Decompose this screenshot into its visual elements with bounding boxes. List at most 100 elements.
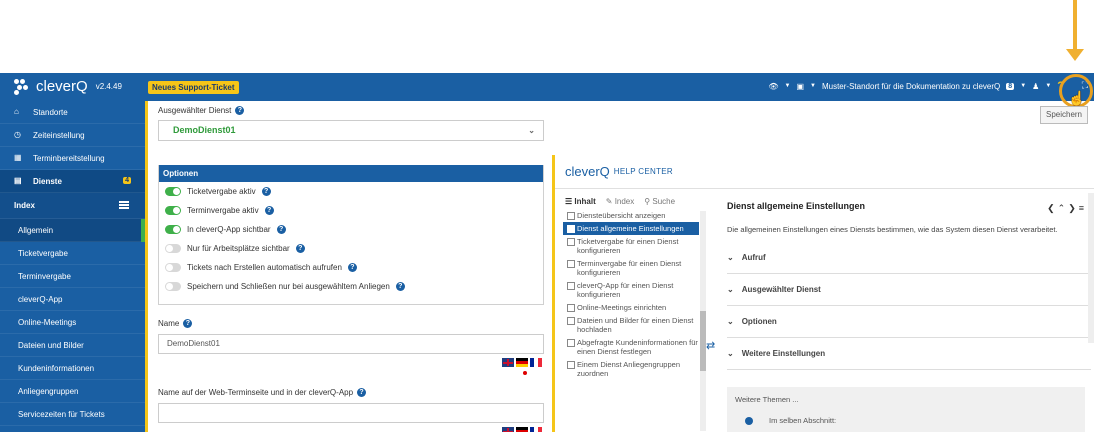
toc-item[interactable]: Online-Meetings einrichten [563, 301, 699, 314]
toc-item[interactable]: Terminvergabe für einen Dienst konfiguri… [563, 257, 699, 279]
sidebar-item-label: cleverQ-App [18, 294, 63, 304]
options-panel: Optionen Ticketvergabe aktiv? Terminverga… [158, 165, 544, 305]
toc-scrollbar[interactable] [700, 211, 706, 431]
tab-search[interactable]: ⚲ Suche [644, 197, 675, 206]
help-circle-icon[interactable]: ? [357, 388, 367, 397]
toggle-switch[interactable] [165, 263, 181, 272]
new-support-ticket-button[interactable]: Neues Support-Ticket [148, 81, 239, 94]
flag-fr-icon[interactable] [530, 358, 542, 367]
service-select-value: DemoDienst01 [173, 125, 236, 135]
chevron-down-icon[interactable]: ▼ [810, 83, 816, 89]
cursor-hand-icon: ☝ [1068, 90, 1086, 106]
sidebar-item-label: Terminbereitstellung [33, 153, 105, 163]
accordion-section[interactable]: ⌄ Weitere Einstellungen [727, 338, 1091, 370]
list-icon[interactable] [119, 201, 129, 209]
service-select[interactable]: DemoDienst01 ⌄ [158, 120, 544, 141]
sidebar-sub-item-online-meetings[interactable]: Online-Meetings [0, 311, 145, 334]
tab-index[interactable]: ✎ Index [606, 197, 635, 206]
section-label: Optionen [741, 317, 777, 326]
sidebar-sub-item-dateien[interactable]: Dateien und Bilder [0, 334, 145, 357]
eye-icon[interactable]: 👁 [768, 82, 778, 91]
toggle-switch[interactable] [165, 225, 181, 234]
options-header: Optionen [159, 165, 543, 182]
sidebar-sub-item-kundeninformationen[interactable]: Kundeninformationen [0, 357, 145, 380]
sync-arrows-icon[interactable]: ⇄ [706, 339, 715, 352]
help-circle-icon[interactable]: ? [347, 263, 357, 272]
options-list: Ticketvergabe aktiv? Terminvergabe aktiv?… [159, 182, 543, 296]
sidebar-item-terminbereitstellung[interactable]: ▦ Terminbereitstellung [0, 147, 145, 170]
plus-box-icon[interactable]: ▣ [796, 82, 804, 91]
user-icon[interactable]: ♟ [1032, 82, 1039, 91]
toggle-switch[interactable] [165, 244, 181, 253]
help-circle-icon[interactable]: ? [295, 244, 305, 253]
help-circle-icon[interactable]: ? [395, 282, 405, 291]
toggle-switch[interactable] [165, 187, 181, 196]
sidebar-item-label: Terminvergabe [18, 271, 71, 281]
further-topic-row[interactable]: Im selben Abschnitt: [735, 416, 1077, 425]
name-label: Name? [158, 319, 193, 328]
chevron-down-icon[interactable]: ▼ [785, 83, 791, 89]
help-circle-icon[interactable]: ? [261, 187, 271, 196]
help-circle-icon[interactable]: ? [183, 319, 193, 328]
option-row: Nur für Arbeitsplätze sichtbar? [159, 239, 543, 258]
chevron-down-icon[interactable]: ▼ [1045, 83, 1051, 89]
sidebar-item-label: Servicezeiten für Tickets [18, 409, 105, 419]
sidebar-sub-item-terminvergabe[interactable]: Terminvergabe [0, 265, 145, 288]
web-name-label-text: Name auf der Web-Terminseite und in der … [158, 388, 354, 397]
tab-contents[interactable]: ☰ Inhalt [565, 197, 596, 206]
topic-nav-icons[interactable]: ❮⌃❯≡ [1047, 203, 1087, 214]
sidebar-sub-item-anliegengruppen[interactable]: Anliegengruppen [0, 380, 145, 403]
location-name[interactable]: Muster-Standort für die Dokumentation zu… [822, 82, 1000, 91]
sidebar-item-label: Standorte [33, 107, 68, 117]
web-name-input[interactable] [158, 403, 544, 423]
accordion-section[interactable]: ⌄ Aufruf [727, 242, 1091, 274]
help-circle-icon[interactable]: ? [235, 106, 245, 115]
toc-item[interactable]: Abgefragte Kundeninformationen für einen… [563, 336, 699, 358]
name-input[interactable]: DemoDienst01 [158, 334, 544, 354]
sidebar-item-zeiteinstellung[interactable]: ◷ Zeiteinstellung [0, 124, 145, 147]
web-name-label: Name auf der Web-Terminseite und in der … [158, 388, 367, 397]
clock-icon: ◷ [14, 130, 21, 139]
accordion-section[interactable]: ⌄ Ausgewählter Dienst [727, 274, 1091, 306]
option-label: In cleverQ-App sichtbar [187, 225, 271, 234]
sidebar-sub-item-servicezeiten[interactable]: Servicezeiten für Tickets [0, 403, 145, 426]
toggle-switch[interactable] [165, 282, 181, 291]
toc-item[interactable]: cleverQ-App für einen Dienst konfigurier… [563, 279, 699, 301]
sidebar-sub-item-cleverq-app[interactable]: cleverQ-App [0, 288, 145, 311]
sidebar-index-header[interactable]: Index [0, 193, 145, 219]
help-toc: ☰ Inhalt ✎ Index ⚲ Suche Diensteübersich… [563, 193, 699, 432]
save-button[interactable]: Speichern [1040, 106, 1088, 124]
option-label: Tickets nach Erstellen automatisch aufru… [187, 263, 342, 272]
toc-item[interactable]: Dienst allgemeine Einstellungen [563, 222, 699, 235]
topic-title: Dienst allgemeine Einstellungen [727, 201, 866, 211]
toc-item[interactable]: Einem Dienst Anliegengruppen zuordnen [563, 358, 699, 380]
sidebar-item-label: Ticketvergabe [18, 248, 68, 258]
toggle-switch[interactable] [165, 206, 181, 215]
option-row: Speichern und Schließen nur bei ausgewäh… [159, 277, 543, 296]
chevron-down-icon[interactable]: ▼ [1020, 83, 1026, 89]
flag-de-icon[interactable] [516, 427, 528, 432]
sidebar-item-label: Anliegengruppen [18, 386, 79, 396]
chevron-down-icon: ⌄ [727, 317, 734, 326]
sidebar-item-dienste[interactable]: ▤ Dienste 4 [0, 170, 145, 193]
flag-uk-icon[interactable] [502, 427, 514, 432]
annotation-arrow-head [1066, 49, 1084, 61]
sidebar-item-standorte[interactable]: ⌂ Standorte [0, 101, 145, 124]
accordion-section[interactable]: ⌄ Optionen [727, 306, 1091, 338]
toc-item[interactable]: Ticketvergabe für einen Dienst konfiguri… [563, 235, 699, 257]
flag-de-icon[interactable] [516, 358, 528, 367]
flag-fr-icon[interactable] [530, 427, 542, 432]
toc-item[interactable]: Dateien und Bilder für einen Dienst hoch… [563, 314, 699, 336]
sidebar-sub-item-ticketvergabe[interactable]: Ticketvergabe [0, 242, 145, 265]
location-badge: 8 [1006, 82, 1015, 90]
app-logo[interactable]: cleverQ v2.4.49 [14, 78, 122, 95]
flag-uk-icon[interactable] [502, 358, 514, 367]
sidebar-sub-item-allgemein[interactable]: Allgemein [0, 219, 145, 242]
help-circle-icon[interactable]: ? [276, 225, 286, 234]
content-scrollbar[interactable] [1088, 193, 1094, 343]
help-circle-icon[interactable]: ? [264, 206, 274, 215]
chevron-down-icon: ⌄ [528, 126, 535, 135]
help-center-header: cleverQ HELP CENTER [555, 155, 1094, 189]
chevron-down-icon: ⌄ [727, 253, 734, 262]
toc-item[interactable]: Diensteübersicht anzeigen [563, 209, 699, 222]
